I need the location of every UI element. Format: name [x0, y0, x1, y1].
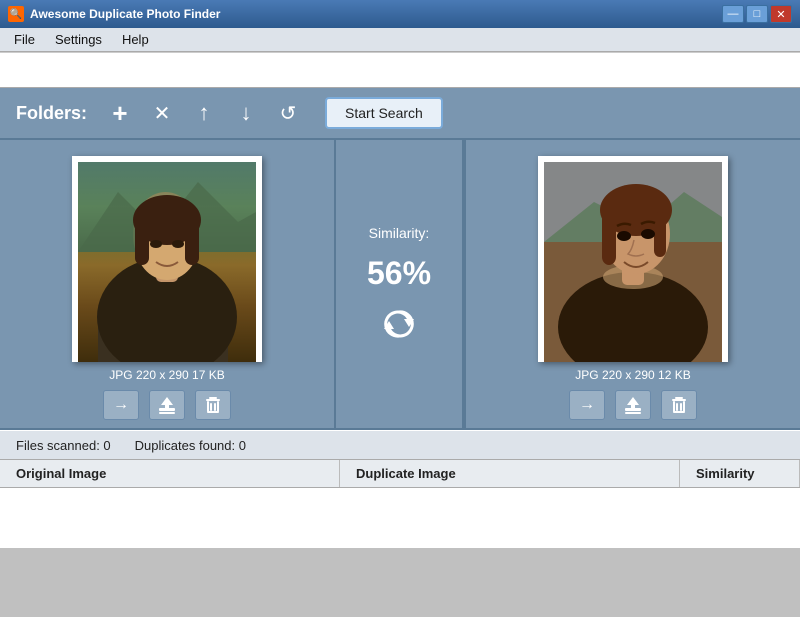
close-button[interactable]: ✕: [770, 5, 792, 23]
left-photo-info: JPG 220 x 290 17 KB: [109, 368, 224, 382]
results-table: Original Image Duplicate Image Similarit…: [0, 460, 800, 548]
col-original-image: Original Image: [0, 460, 340, 487]
swap-icon: [381, 306, 417, 342]
upload-icon-right: [623, 395, 643, 415]
delete-icon-right: [669, 395, 689, 415]
left-image-panel: JPG 220 x 290 17 KB →: [0, 140, 334, 428]
status-bar: Files scanned: 0 Duplicates found: 0: [0, 430, 800, 460]
comparison-area: JPG 220 x 290 17 KB →: [0, 140, 800, 430]
window-controls: — □ ✕: [722, 5, 792, 23]
left-photo-frame: [72, 156, 262, 362]
col-similarity: Similarity: [680, 460, 800, 487]
app-icon: 🔍: [8, 6, 24, 22]
duplicates-found-status: Duplicates found: 0: [135, 438, 246, 453]
right-image-panel: JPG 220 x 290 12 KB →: [464, 140, 800, 428]
move-up-button[interactable]: ↑: [187, 96, 221, 130]
upload-icon: [157, 395, 177, 415]
right-image-svg: [544, 162, 722, 362]
menu-help[interactable]: Help: [112, 30, 159, 49]
right-photo-actions: →: [569, 390, 697, 420]
left-arrow-button[interactable]: →: [103, 390, 139, 420]
add-folder-button[interactable]: +: [103, 96, 137, 130]
similarity-panel: Similarity: 56%: [334, 140, 464, 428]
right-photo-frame: [538, 156, 728, 362]
maximize-button[interactable]: □: [746, 5, 768, 23]
table-header: Original Image Duplicate Image Similarit…: [0, 460, 800, 488]
menu-file[interactable]: File: [4, 30, 45, 49]
minimize-button[interactable]: —: [722, 5, 744, 23]
right-upload-button[interactable]: [615, 390, 651, 420]
right-delete-button[interactable]: [661, 390, 697, 420]
col-duplicate-image: Duplicate Image: [340, 460, 680, 487]
right-photo-info: JPG 220 x 290 12 KB: [575, 368, 690, 382]
start-search-button[interactable]: Start Search: [325, 97, 443, 129]
address-bar: [0, 52, 800, 88]
menu-bar: File Settings Help: [0, 28, 800, 52]
delete-icon: [203, 395, 223, 415]
window-title: Awesome Duplicate Photo Finder: [30, 7, 722, 21]
files-scanned-status: Files scanned: 0: [16, 438, 111, 453]
left-image-svg: [78, 162, 256, 362]
left-photo-image: [78, 162, 256, 362]
menu-settings[interactable]: Settings: [45, 30, 112, 49]
swap-button[interactable]: [380, 305, 418, 343]
similarity-value: 56%: [367, 257, 431, 289]
right-photo-image: [544, 162, 722, 362]
folders-label: Folders:: [16, 103, 87, 124]
move-down-button[interactable]: ↓: [229, 96, 263, 130]
right-photo-canvas: [544, 162, 722, 362]
left-delete-button[interactable]: [195, 390, 231, 420]
right-arrow-button[interactable]: →: [569, 390, 605, 420]
similarity-label: Similarity:: [369, 225, 430, 241]
left-photo-actions: →: [103, 390, 231, 420]
remove-folder-button[interactable]: ✕: [145, 96, 179, 130]
toolbar: Folders: + ✕ ↑ ↓ ↺ Start Search: [0, 88, 800, 140]
left-photo-canvas: [78, 162, 256, 362]
left-upload-button[interactable]: [149, 390, 185, 420]
table-body: [0, 488, 800, 548]
title-bar: 🔍 Awesome Duplicate Photo Finder — □ ✕: [0, 0, 800, 28]
reset-button[interactable]: ↺: [271, 96, 305, 130]
